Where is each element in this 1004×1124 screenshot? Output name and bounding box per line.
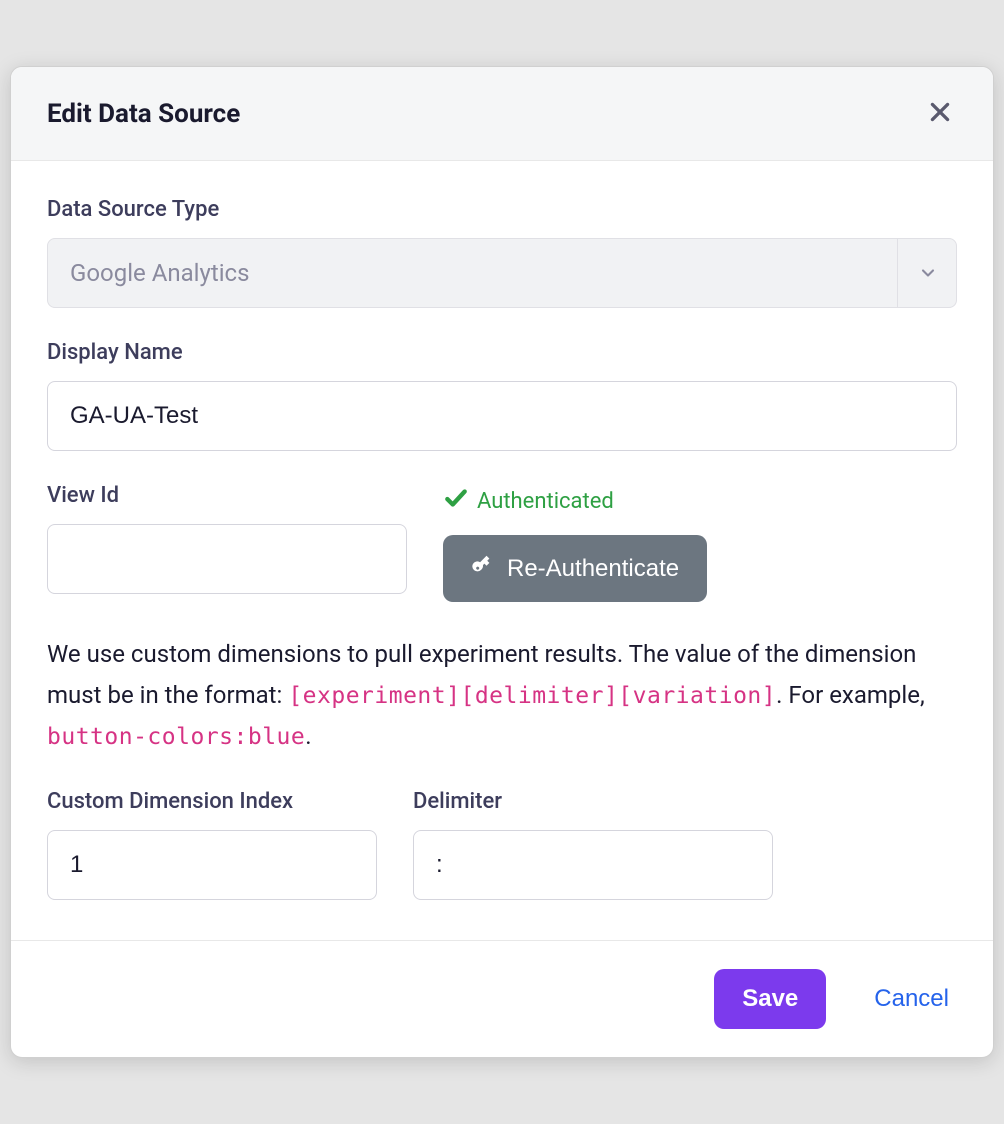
modal-header: Edit Data Source (11, 67, 993, 161)
dimension-row: Custom Dimension Index Delimiter (47, 789, 957, 900)
data-source-type-group: Data Source Type Google Analytics (47, 197, 957, 308)
help-code-example: button-colors:blue (47, 724, 305, 750)
custom-dimension-group: Custom Dimension Index (47, 789, 377, 900)
close-icon (927, 99, 953, 128)
cancel-button[interactable]: Cancel (866, 977, 957, 1021)
view-id-label: View Id (47, 483, 407, 508)
display-name-group: Display Name (47, 340, 957, 451)
check-icon (443, 485, 469, 517)
delimiter-label: Delimiter (413, 789, 773, 814)
help-code-format: [experiment][delimiter][variation] (288, 683, 776, 709)
auth-status-text: Authenticated (477, 489, 614, 514)
modal-body: Data Source Type Google Analytics Displa… (11, 161, 993, 940)
save-button[interactable]: Save (714, 969, 826, 1029)
custom-dimension-input[interactable] (47, 830, 377, 900)
edit-data-source-modal: Edit Data Source Data Source Type Google… (10, 66, 994, 1058)
display-name-label: Display Name (47, 340, 957, 365)
custom-dimension-label: Custom Dimension Index (47, 789, 377, 814)
data-source-type-select: Google Analytics (47, 238, 957, 308)
close-button[interactable] (923, 95, 957, 132)
chevron-down-icon (897, 238, 957, 308)
key-icon (471, 553, 495, 584)
modal-footer: Save Cancel (11, 940, 993, 1057)
view-id-input[interactable] (47, 524, 407, 594)
help-text: We use custom dimensions to pull experim… (47, 634, 957, 757)
data-source-type-value: Google Analytics (47, 238, 957, 308)
modal-title: Edit Data Source (47, 99, 240, 129)
reauthenticate-button[interactable]: Re-Authenticate (443, 535, 707, 602)
help-text-part3: . (305, 722, 311, 750)
delimiter-input[interactable] (413, 830, 773, 900)
view-id-group: View Id (47, 483, 407, 602)
data-source-type-text: Google Analytics (70, 259, 250, 287)
auth-group: Authenticated Re-Authenticate (443, 483, 957, 602)
help-text-part2: . For example, (776, 681, 925, 709)
reauthenticate-label: Re-Authenticate (507, 555, 679, 583)
delimiter-group: Delimiter (413, 789, 773, 900)
viewid-auth-row: View Id Authenticated (47, 483, 957, 602)
data-source-type-label: Data Source Type (47, 197, 957, 222)
display-name-input[interactable] (47, 381, 957, 451)
auth-status: Authenticated (443, 483, 957, 519)
